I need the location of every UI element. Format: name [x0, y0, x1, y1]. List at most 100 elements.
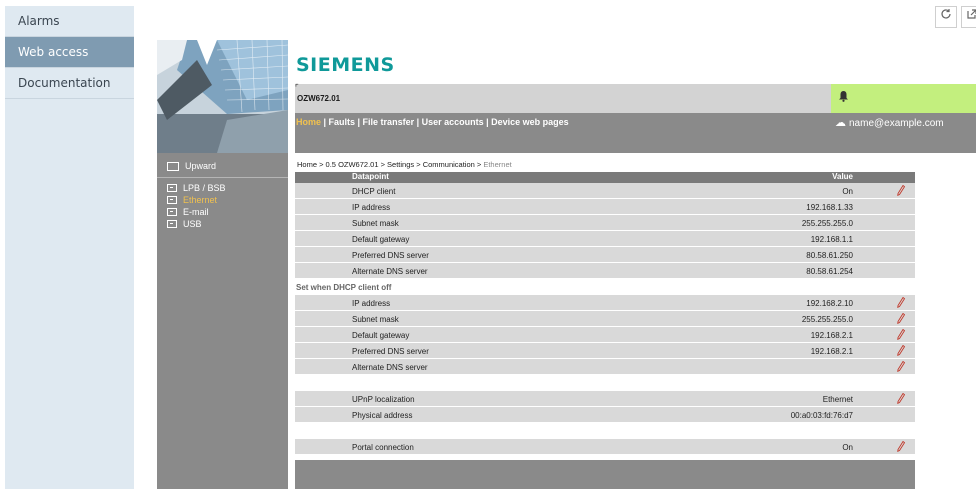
- side-link-email[interactable]: E-mail: [167, 207, 209, 217]
- row-datapoint: Default gateway: [352, 331, 410, 340]
- device-web-page: SIEMENS ⌜ OZW672.01 Home | Faults | File…: [157, 40, 976, 489]
- device-menu-bar: Home | Faults | File transfer | User acc…: [295, 113, 976, 153]
- user-account[interactable]: ☁ name@example.com: [835, 116, 944, 129]
- siemens-logo: SIEMENS: [296, 54, 395, 76]
- link-icon: [167, 184, 177, 192]
- row-datapoint: Default gateway: [352, 235, 410, 244]
- user-email: name@example.com: [849, 118, 944, 129]
- row-datapoint: Alternate DNS server: [352, 363, 428, 372]
- row-value: 192.168.2.1: [810, 331, 853, 340]
- cloud-icon: ☁: [835, 117, 846, 129]
- table-row: Portal connection On: [295, 439, 915, 455]
- side-link-lpb-bsb[interactable]: LPB / BSB: [167, 183, 226, 193]
- menu-links[interactable]: | Faults | File transfer | User accounts…: [321, 117, 569, 127]
- row-datapoint: IP address: [352, 299, 391, 308]
- side-link-label: E-mail: [183, 207, 209, 217]
- breadcrumb: Home > 0.5 OZW672.01 > Settings > Commun…: [297, 160, 512, 169]
- table-row: DHCP client On: [295, 183, 915, 199]
- edit-pencil-icon[interactable]: [897, 360, 906, 375]
- nav-item-documentation[interactable]: Documentation: [5, 68, 134, 99]
- row-value: 192.168.2.1: [810, 347, 853, 356]
- side-link-label: USB: [183, 219, 202, 229]
- row-value: Ethernet: [822, 395, 853, 404]
- row-datapoint: Subnet mask: [352, 219, 399, 228]
- link-icon: [167, 196, 177, 204]
- row-value: 255.255.255.0: [801, 315, 853, 324]
- breadcrumb-path[interactable]: Home > 0.5 OZW672.01 > Settings > Commun…: [297, 160, 483, 169]
- edit-pencil-icon[interactable]: [897, 184, 906, 199]
- upward-icon: [167, 161, 179, 171]
- bell-icon: [838, 90, 849, 105]
- row-value: 255.255.255.0: [801, 219, 853, 228]
- row-value: On: [842, 443, 853, 452]
- table-row: IP address 192.168.2.10: [295, 295, 915, 311]
- row-datapoint: DHCP client: [352, 187, 396, 196]
- datapoint-table: Datapoint Value DHCP client On IP address 1…: [295, 172, 915, 455]
- row-value: 80.58.61.250: [806, 251, 853, 260]
- nav-item-web-access[interactable]: Web access: [5, 37, 134, 68]
- device-title-bar: ⌜ OZW672.01: [295, 84, 976, 113]
- row-datapoint: UPnP localization: [352, 395, 415, 404]
- edit-pencil-icon[interactable]: [897, 440, 906, 455]
- row-value: 192.168.2.10: [806, 299, 853, 308]
- section-label: Set when DHCP client off: [296, 283, 392, 292]
- row-datapoint: Preferred DNS server: [352, 251, 429, 260]
- nav-item-alarms[interactable]: Alarms: [5, 6, 134, 37]
- corner-mark: ⌜: [295, 83, 299, 92]
- row-value: 192.168.1.33: [806, 203, 853, 212]
- table-spacer: [295, 423, 915, 439]
- device-menu: Home | Faults | File transfer | User acc…: [296, 117, 569, 127]
- edit-pencil-icon[interactable]: [897, 328, 906, 343]
- row-datapoint: Portal connection: [352, 443, 414, 452]
- row-value: 192.168.1.1: [810, 235, 853, 244]
- table-header: Datapoint Value: [295, 172, 915, 183]
- table-spacer: [295, 375, 915, 391]
- table-row: Preferred DNS server 192.168.2.1: [295, 343, 915, 359]
- row-datapoint: Preferred DNS server: [352, 347, 429, 356]
- table-row: Preferred DNS server 80.58.61.250: [295, 247, 915, 263]
- row-value: 00:a0:03:fd:76:d7: [790, 411, 853, 420]
- link-icon: [167, 208, 177, 216]
- row-value: On: [842, 187, 853, 196]
- table-row: Default gateway 192.168.1.1: [295, 231, 915, 247]
- table-row: Subnet mask 255.255.255.0: [295, 311, 915, 327]
- banner-image: [157, 40, 288, 153]
- table-row: Subnet mask 255.255.255.0: [295, 215, 915, 231]
- header-value: Value: [832, 172, 853, 181]
- device-content: Home > 0.5 OZW672.01 > Settings > Commun…: [295, 153, 976, 489]
- side-link-usb[interactable]: USB: [167, 219, 202, 229]
- upward-link[interactable]: Upward: [167, 161, 216, 171]
- open-external-icon[interactable]: [961, 6, 976, 28]
- section-heading: Set when DHCP client off: [295, 279, 915, 295]
- device-title: OZW672.01: [297, 94, 341, 103]
- table-row: Physical address 00:a0:03:fd:76:d7: [295, 407, 915, 423]
- side-link-label: Ethernet: [183, 195, 218, 205]
- alarm-indicator[interactable]: [831, 84, 976, 113]
- open-external-icon-glyph: [967, 9, 976, 19]
- breadcrumb-current: Ethernet: [483, 160, 512, 169]
- upward-label: Upward: [185, 161, 217, 171]
- header-datapoint: Datapoint: [352, 172, 389, 181]
- table-row: UPnP localization Ethernet: [295, 391, 915, 407]
- refresh-icon[interactable]: [935, 6, 957, 28]
- menu-home-link[interactable]: Home: [296, 117, 321, 127]
- row-datapoint: Physical address: [352, 411, 413, 420]
- side-divider: [157, 177, 288, 178]
- table-row: Default gateway 192.168.2.1: [295, 327, 915, 343]
- edit-pencil-icon[interactable]: [897, 344, 906, 359]
- table-row: Alternate DNS server 80.58.61.254: [295, 263, 915, 279]
- table-row: IP address 192.168.1.33: [295, 199, 915, 215]
- side-link-ethernet[interactable]: Ethernet: [167, 195, 217, 205]
- edit-pencil-icon[interactable]: [897, 296, 906, 311]
- row-datapoint: Subnet mask: [352, 315, 399, 324]
- link-icon: [167, 220, 177, 228]
- device-side-nav: Upward LPB / BSB Ethernet E-mail USB: [157, 153, 288, 489]
- footer-bar: [295, 460, 915, 489]
- table-row: Alternate DNS server: [295, 359, 915, 375]
- app-sidebar: Alarms Web access Documentation: [5, 6, 134, 489]
- edit-pencil-icon[interactable]: [897, 392, 906, 407]
- refresh-icon-glyph: [941, 9, 951, 19]
- row-value: 80.58.61.254: [806, 267, 853, 276]
- row-datapoint: IP address: [352, 203, 391, 212]
- edit-pencil-icon[interactable]: [897, 312, 906, 327]
